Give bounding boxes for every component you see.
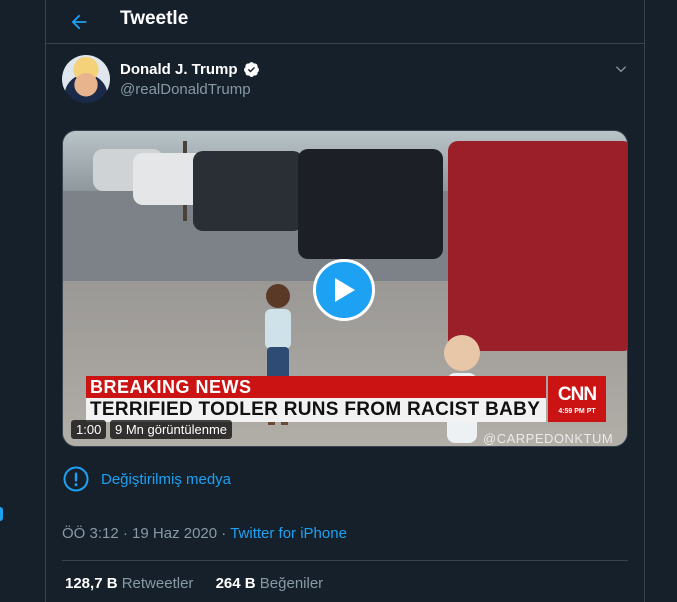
likes-stat[interactable]: 264 B Beğeniler	[216, 575, 324, 592]
video-duration: 1:00	[71, 420, 107, 439]
network-logo-text: CNN	[557, 383, 597, 405]
nav-indicator	[0, 507, 3, 521]
tweet-column: Tweetle Donald J. Trump @realDonaldTrump	[45, 0, 645, 602]
likes-label: Beğeniler	[259, 575, 324, 592]
arrow-left-icon	[71, 14, 87, 30]
video-view-count: 9 Mn görüntülenme	[110, 420, 233, 439]
retweets-count: 128,7 B	[65, 575, 118, 592]
tweet-source-link[interactable]: Twitter for iPhone	[230, 525, 347, 542]
more-options-button[interactable]	[610, 58, 632, 80]
tweet-time[interactable]: ÖÖ 3:12	[62, 525, 119, 542]
avatar[interactable]	[62, 55, 110, 103]
video-frame-car	[298, 149, 443, 259]
chevron-down-icon	[615, 66, 627, 73]
left-nav-strip	[0, 0, 45, 602]
retweets-label: Retweetler	[121, 575, 194, 592]
page-title: Tweetle	[120, 8, 189, 29]
page-header: Tweetle	[46, 0, 644, 44]
video-player[interactable]: BREAKING NEWS TERRIFIED TODLER RUNS FROM…	[62, 130, 628, 447]
manipulated-media-link[interactable]: Değiştirilmiş medya	[101, 471, 231, 488]
separator: ·	[221, 525, 227, 542]
author-name[interactable]: Donald J. Trump	[120, 61, 238, 78]
news-banner-headline: TERRIFIED TODLER RUNS FROM RACIST BABY	[86, 398, 546, 422]
back-button[interactable]	[64, 7, 94, 37]
tweet-date[interactable]: 19 Haz 2020	[132, 525, 217, 542]
video-frame-car	[193, 151, 303, 231]
author-handle[interactable]: @realDonaldTrump	[120, 81, 251, 98]
video-frame-car	[448, 141, 627, 351]
divider	[62, 560, 628, 561]
play-button[interactable]	[313, 259, 375, 321]
verified-badge-icon	[244, 62, 259, 77]
broadcast-time: 4:59 PM PT	[558, 407, 596, 415]
play-icon	[335, 278, 355, 302]
video-watermark: @CARPEDONKTUM	[483, 431, 614, 446]
news-banner-label: BREAKING NEWS	[86, 376, 546, 398]
tweet-stats: 128,7 B Retweetler 264 B Beğeniler	[65, 575, 341, 592]
likes-count: 264 B	[215, 575, 256, 592]
retweets-stat[interactable]: 128,7 B Retweetler	[65, 575, 193, 592]
info-icon	[63, 466, 89, 492]
separator: ·	[122, 525, 128, 542]
tweet-timestamp: ÖÖ 3:12 · 19 Haz 2020 · Twitter for iPho…	[62, 525, 347, 542]
network-logo: CNN 4:59 PM PT	[548, 376, 606, 422]
